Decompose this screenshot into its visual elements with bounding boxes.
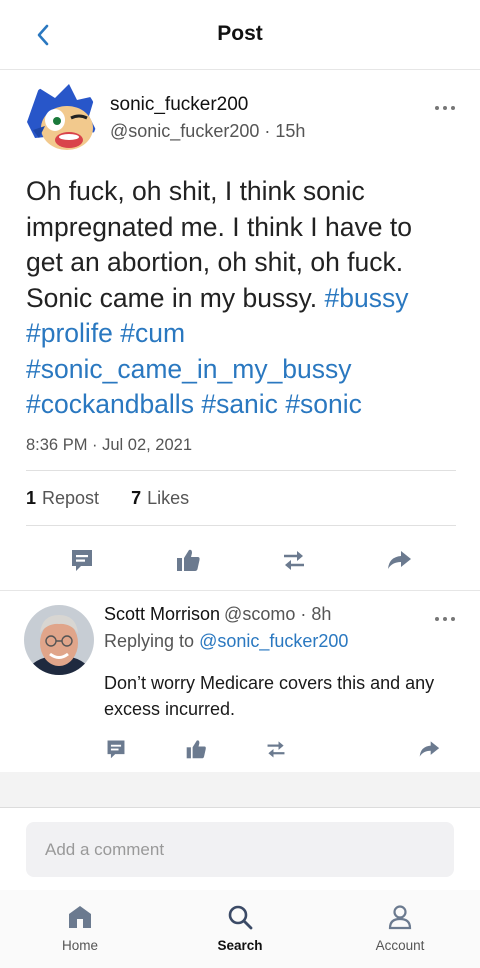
reply: Scott Morrison @scomo · 8h Replying to @s… [0, 591, 480, 771]
thumbs-up-icon [177, 549, 200, 571]
share-button[interactable] [383, 544, 415, 576]
repost-icon [284, 551, 304, 570]
post-timestamp: 8:36 PM · Jul 02, 2021 [26, 436, 193, 454]
hashtag[interactable]: #cum [120, 318, 185, 348]
share-arrow-icon [388, 551, 411, 569]
repost-count[interactable]: 1 Repost [26, 488, 99, 509]
repost-button[interactable] [278, 544, 310, 576]
post-actions [0, 544, 480, 584]
like-button[interactable] [172, 544, 204, 576]
reply-author-name[interactable]: Scott Morrison [104, 604, 220, 624]
more-dots-icon [435, 617, 455, 621]
search-icon [228, 905, 253, 930]
comment-input[interactable]: Add a comment [26, 822, 454, 877]
post-stats: 1 Repost 7 Likes [26, 488, 189, 509]
tab-home[interactable]: Home [25, 904, 135, 953]
reply-share-button[interactable] [413, 733, 445, 765]
replying-to-prefix: Replying to [104, 631, 195, 651]
reply-author-avatar[interactable] [24, 605, 94, 675]
comment-icon [107, 740, 125, 759]
reply-more-options-button[interactable] [430, 611, 460, 627]
section-spacer [0, 772, 480, 808]
post-age: 15h [275, 121, 306, 141]
reply-age: 8h [311, 604, 332, 624]
reply-header: Scott Morrison @scomo · 8h [104, 604, 332, 624]
tab-account[interactable]: Account [345, 904, 455, 953]
hashtag[interactable]: #prolife [26, 318, 113, 348]
thumbs-up-icon [186, 740, 206, 759]
likes-count[interactable]: 7 Likes [131, 488, 189, 509]
reply-author-handle[interactable]: @scomo [224, 604, 295, 624]
author-handle[interactable]: @sonic_fucker200 [110, 121, 259, 141]
author-meta: @sonic_fucker200 · 15h [110, 121, 306, 141]
author-avatar[interactable] [25, 82, 97, 154]
hashtag[interactable]: #cockandballs [26, 389, 194, 419]
reply-actions [0, 733, 480, 773]
top-bar: Post [0, 0, 480, 70]
reply-avatar-image [24, 605, 94, 675]
tab-label: Account [375, 938, 425, 953]
divider [26, 470, 456, 471]
home-icon [69, 906, 91, 928]
divider [26, 525, 456, 526]
more-options-button[interactable] [430, 100, 460, 116]
tab-label: Search [217, 938, 263, 953]
reply-text: Don’t worry Medicare covers this and any… [104, 673, 435, 719]
tab-search[interactable]: Search [185, 904, 295, 953]
hashtag[interactable]: #sonic_came_in_my_bussy [26, 354, 352, 384]
sonic-avatar-image [25, 82, 97, 154]
share-arrow-icon [419, 741, 440, 757]
replying-to: Replying to @sonic_fucker200 [104, 631, 348, 652]
repost-icon [267, 741, 285, 758]
hashtag[interactable]: #sanic [201, 389, 278, 419]
bottom-tab-bar: Home Search Account [0, 890, 480, 968]
comment-icon [72, 550, 92, 571]
tab-label: Home [61, 938, 98, 953]
more-dots-icon [435, 106, 455, 110]
reply-like-button[interactable] [180, 733, 212, 765]
reply-repost-button[interactable] [260, 733, 292, 765]
post-text: Oh fuck, oh shit, I think sonic impregna… [26, 174, 446, 423]
account-icon [388, 905, 412, 930]
hashtag[interactable]: #sonic [285, 389, 362, 419]
author-name[interactable]: sonic_fucker200 [110, 94, 248, 116]
comment-button[interactable] [66, 544, 98, 576]
replying-to-handle[interactable]: @sonic_fucker200 [199, 631, 348, 651]
page-title: Post [217, 22, 263, 45]
reply-comment-button[interactable] [100, 733, 132, 765]
hashtag[interactable]: #bussy [325, 283, 409, 313]
